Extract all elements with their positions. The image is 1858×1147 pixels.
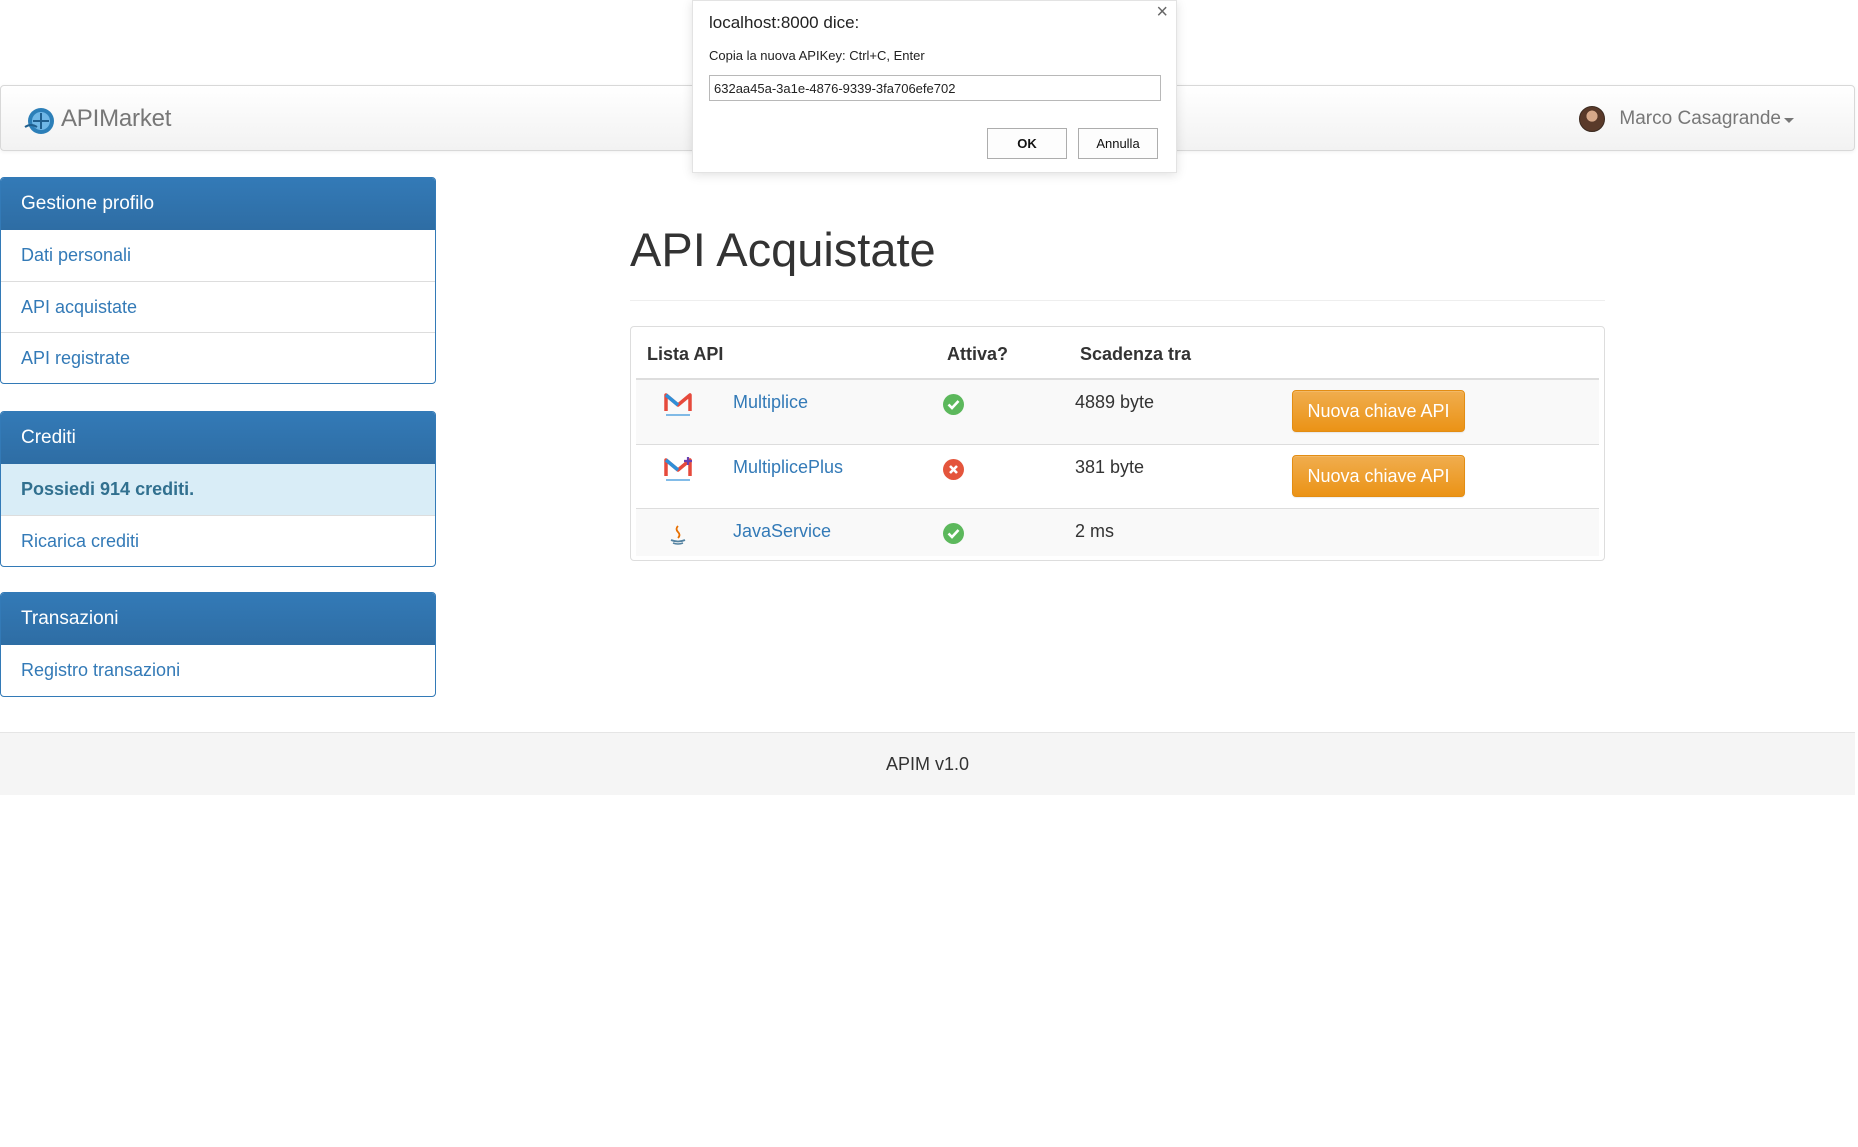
dialog-message: Copia la nuova APIKey: Ctrl+C, Enter — [709, 48, 925, 63]
expiry-value: 4889 byte — [1075, 392, 1155, 412]
ok-button[interactable]: OK — [987, 128, 1067, 159]
java-logo-icon — [662, 520, 694, 548]
multiplice-logo-icon — [662, 391, 694, 419]
table-row: Multiplice 4889 byte Nuova chiave API — [636, 380, 1599, 444]
title-divider — [630, 300, 1605, 301]
panel-heading-transactions: Transazioni — [1, 593, 435, 645]
api-link-multipliceplus[interactable]: MultiplicePlus — [733, 457, 843, 478]
user-menu[interactable]: Marco Casagrande — [1579, 106, 1794, 132]
table-row: MultiplicePlus 381 byte Nuova chiave API — [636, 444, 1599, 508]
footer-text: APIM v1.0 — [885, 753, 970, 774]
prompt-dialog: × localhost:8000 dice: Copia la nuova AP… — [692, 0, 1177, 173]
api-key-input[interactable] — [709, 75, 1161, 101]
panel-heading-profile: Gestione profilo — [1, 178, 435, 230]
api-table: Lista API Attiva? Scadenza tra Multiplic… — [630, 326, 1605, 561]
dialog-title: localhost:8000 dice: — [709, 13, 860, 32]
sidebar-item-ricarica-crediti[interactable]: Ricarica crediti — [1, 515, 435, 566]
credit-balance: Possiedi 914 crediti. — [1, 464, 435, 515]
caret-down-icon — [1784, 118, 1794, 123]
sidebar-item-registro-transazioni[interactable]: Registro transazioni — [1, 645, 435, 696]
expiry-value: 2 ms — [1075, 521, 1115, 541]
new-api-key-button[interactable]: Nuova chiave API — [1292, 455, 1465, 497]
footer: APIM v1.0 — [0, 732, 1855, 795]
api-link-javaservice[interactable]: JavaService — [733, 521, 831, 542]
brand[interactable]: APIMarket — [21, 101, 171, 137]
credits-panel: Crediti Possiedi 914 crediti. Ricarica c… — [0, 411, 436, 567]
page-title: API Acquistate — [630, 223, 936, 276]
column-header-lista-api: Lista API — [647, 344, 724, 364]
avatar — [1579, 106, 1606, 132]
sidebar-item-api-registrate[interactable]: API registrate — [1, 332, 435, 383]
multiplice-plus-logo-icon — [662, 456, 694, 484]
x-circle-icon — [943, 459, 964, 480]
transactions-panel: Transazioni Registro transazioni — [0, 592, 436, 697]
sidebar-item-api-acquistate[interactable]: API acquistate — [1, 281, 435, 332]
table-row: JavaService 2 ms — [636, 508, 1599, 556]
table-header: Lista API Attiva? Scadenza tra — [636, 327, 1599, 380]
expiry-value: 381 byte — [1075, 457, 1145, 477]
sidebar-item-dati-personali[interactable]: Dati personali — [1, 230, 435, 281]
column-header-scadenza: Scadenza tra — [1080, 344, 1192, 364]
check-circle-icon — [943, 523, 964, 544]
new-api-key-button[interactable]: Nuova chiave API — [1292, 390, 1465, 432]
cancel-button[interactable]: Annulla — [1078, 128, 1158, 159]
apimarket-logo-icon — [21, 100, 59, 138]
user-name: Marco Casagrande — [1619, 108, 1781, 129]
profile-panel: Gestione profilo Dati personali API acqu… — [0, 177, 436, 384]
column-header-attiva: Attiva? — [947, 344, 1009, 364]
brand-name: APIMarket — [61, 105, 172, 132]
panel-heading-credits: Crediti — [1, 412, 435, 464]
check-circle-icon — [943, 394, 964, 415]
close-icon[interactable]: × — [1156, 1, 1168, 24]
api-link-multiplice[interactable]: Multiplice — [733, 392, 808, 413]
